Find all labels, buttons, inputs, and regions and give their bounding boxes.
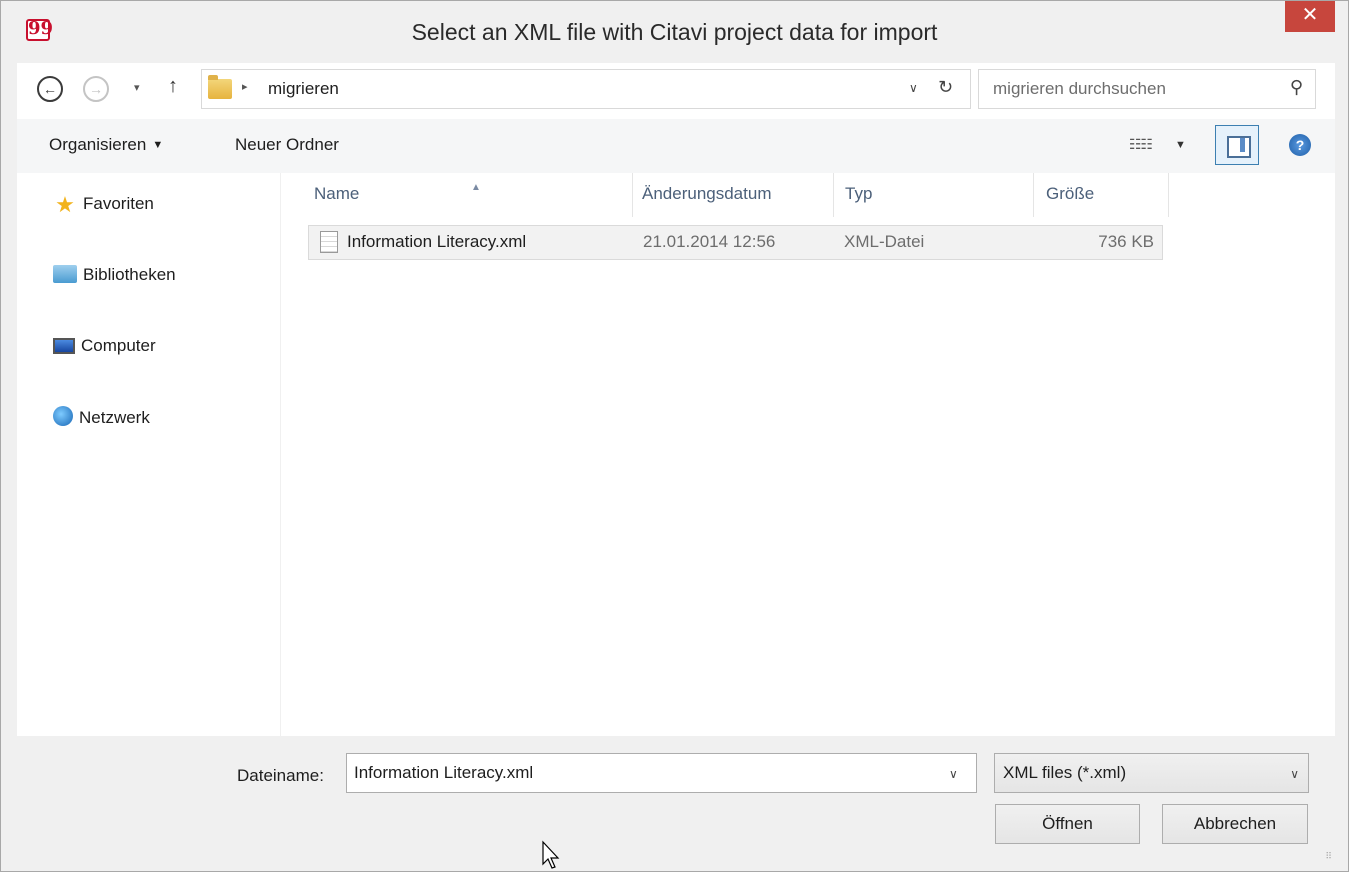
- cancel-button[interactable]: Abbrechen: [1162, 804, 1308, 844]
- filename-dropdown-icon[interactable]: ∨: [949, 767, 958, 781]
- file-date: 21.01.2014 12:56: [643, 232, 776, 251]
- network-icon: [53, 406, 73, 426]
- sidebar-item-label: Bibliotheken: [83, 265, 176, 284]
- column-header-size[interactable]: Größe: [1046, 184, 1094, 204]
- view-dropdown-icon[interactable]: ▼: [1175, 139, 1186, 151]
- view-options-icon[interactable]: ☷☷: [1129, 136, 1153, 153]
- file-row[interactable]: Information Literacy.xml 21.01.2014 12:5…: [308, 225, 1163, 260]
- main-content: ★ Favoriten Bibliotheken Computer Netzwer…: [17, 173, 1335, 736]
- file-open-dialog: 99 Select an XML file with Citavi projec…: [0, 0, 1349, 872]
- file-list: Name ▲ Änderungsdatum Typ Größe Informat…: [282, 173, 1335, 736]
- xml-file-icon: [320, 231, 338, 253]
- address-bar[interactable]: ▸ migrieren ∨ ↻: [201, 69, 971, 109]
- folder-icon: [208, 75, 232, 99]
- file-name: Information Literacy.xml: [347, 232, 527, 251]
- breadcrumb[interactable]: migrieren: [268, 79, 339, 99]
- library-icon: [53, 265, 77, 283]
- star-icon: ★: [55, 192, 75, 217]
- filename-label: Dateiname:: [237, 766, 324, 785]
- close-button[interactable]: ✕: [1285, 1, 1335, 32]
- up-folder-icon[interactable]: ↑: [168, 75, 178, 98]
- search-icon[interactable]: ⚲: [1290, 77, 1303, 98]
- column-divider[interactable]: [833, 173, 834, 217]
- sidebar-item-label: Netzwerk: [79, 408, 150, 427]
- mouse-cursor-icon: [542, 840, 560, 869]
- address-dropdown-icon[interactable]: ∨: [909, 81, 918, 95]
- file-size: 736 KB: [1098, 232, 1154, 251]
- dialog-footer: Dateiname: ∨ XML files (*.xml) ∨ Öffnen …: [17, 736, 1335, 866]
- title-bar[interactable]: 99 Select an XML file with Citavi projec…: [1, 1, 1348, 63]
- sidebar-item-computer[interactable]: Computer: [53, 336, 156, 356]
- file-type-filter-select[interactable]: XML files (*.xml) ∨: [994, 753, 1309, 793]
- chevron-down-icon: ▼: [152, 139, 164, 151]
- sort-ascending-icon: ▲: [471, 182, 481, 193]
- sidebar-item-label: Computer: [81, 336, 156, 355]
- new-folder-button[interactable]: Neuer Ordner: [235, 135, 339, 155]
- address-bar-row: ← → ▾ ↑ ▸ migrieren ∨ ↻ migrieren durchs…: [17, 63, 1335, 119]
- file-type-filter-value: XML files (*.xml): [1003, 763, 1127, 782]
- organize-label: Organisieren: [49, 135, 147, 154]
- command-bar: Organisieren ▼ Neuer Ordner ☷☷ ▼ ?: [17, 119, 1335, 173]
- window-title: Select an XML file with Citavi project d…: [411, 19, 938, 45]
- search-placeholder: migrieren durchsuchen: [993, 79, 1166, 98]
- file-type: XML-Datei: [844, 232, 925, 251]
- sidebar-item-netzwerk[interactable]: Netzwerk: [53, 406, 150, 428]
- chevron-down-icon: ∨: [1290, 767, 1299, 781]
- computer-icon: [53, 338, 75, 354]
- open-button[interactable]: Öffnen: [995, 804, 1140, 844]
- column-divider[interactable]: [632, 173, 633, 217]
- organize-button[interactable]: Organisieren ▼: [49, 135, 163, 155]
- column-header-date[interactable]: Änderungsdatum: [642, 184, 771, 204]
- preview-pane-icon[interactable]: [1215, 125, 1259, 165]
- search-input[interactable]: migrieren durchsuchen ⚲: [978, 69, 1316, 109]
- column-header-name[interactable]: Name ▲: [314, 182, 481, 204]
- recent-locations-chevron-icon[interactable]: ▾: [134, 81, 140, 94]
- forward-icon[interactable]: →: [83, 76, 109, 102]
- help-icon[interactable]: ?: [1289, 134, 1311, 156]
- sidebar-item-label: Favoriten: [83, 194, 154, 213]
- column-header-label: Name: [314, 184, 360, 203]
- refresh-icon[interactable]: ↻: [938, 77, 953, 98]
- resize-grip-icon[interactable]: ⠿: [1325, 851, 1332, 862]
- column-divider[interactable]: [1033, 173, 1034, 217]
- column-header-type[interactable]: Typ: [845, 184, 872, 204]
- filename-input[interactable]: [346, 753, 977, 793]
- column-divider[interactable]: [1168, 173, 1169, 217]
- navigation-pane: ★ Favoriten Bibliotheken Computer Netzwer…: [17, 173, 281, 736]
- breadcrumb-separator-icon[interactable]: ▸: [242, 80, 248, 93]
- sidebar-item-favoriten[interactable]: ★ Favoriten: [53, 192, 154, 217]
- back-icon[interactable]: ←: [37, 76, 63, 102]
- sidebar-item-bibliotheken[interactable]: Bibliotheken: [53, 265, 176, 285]
